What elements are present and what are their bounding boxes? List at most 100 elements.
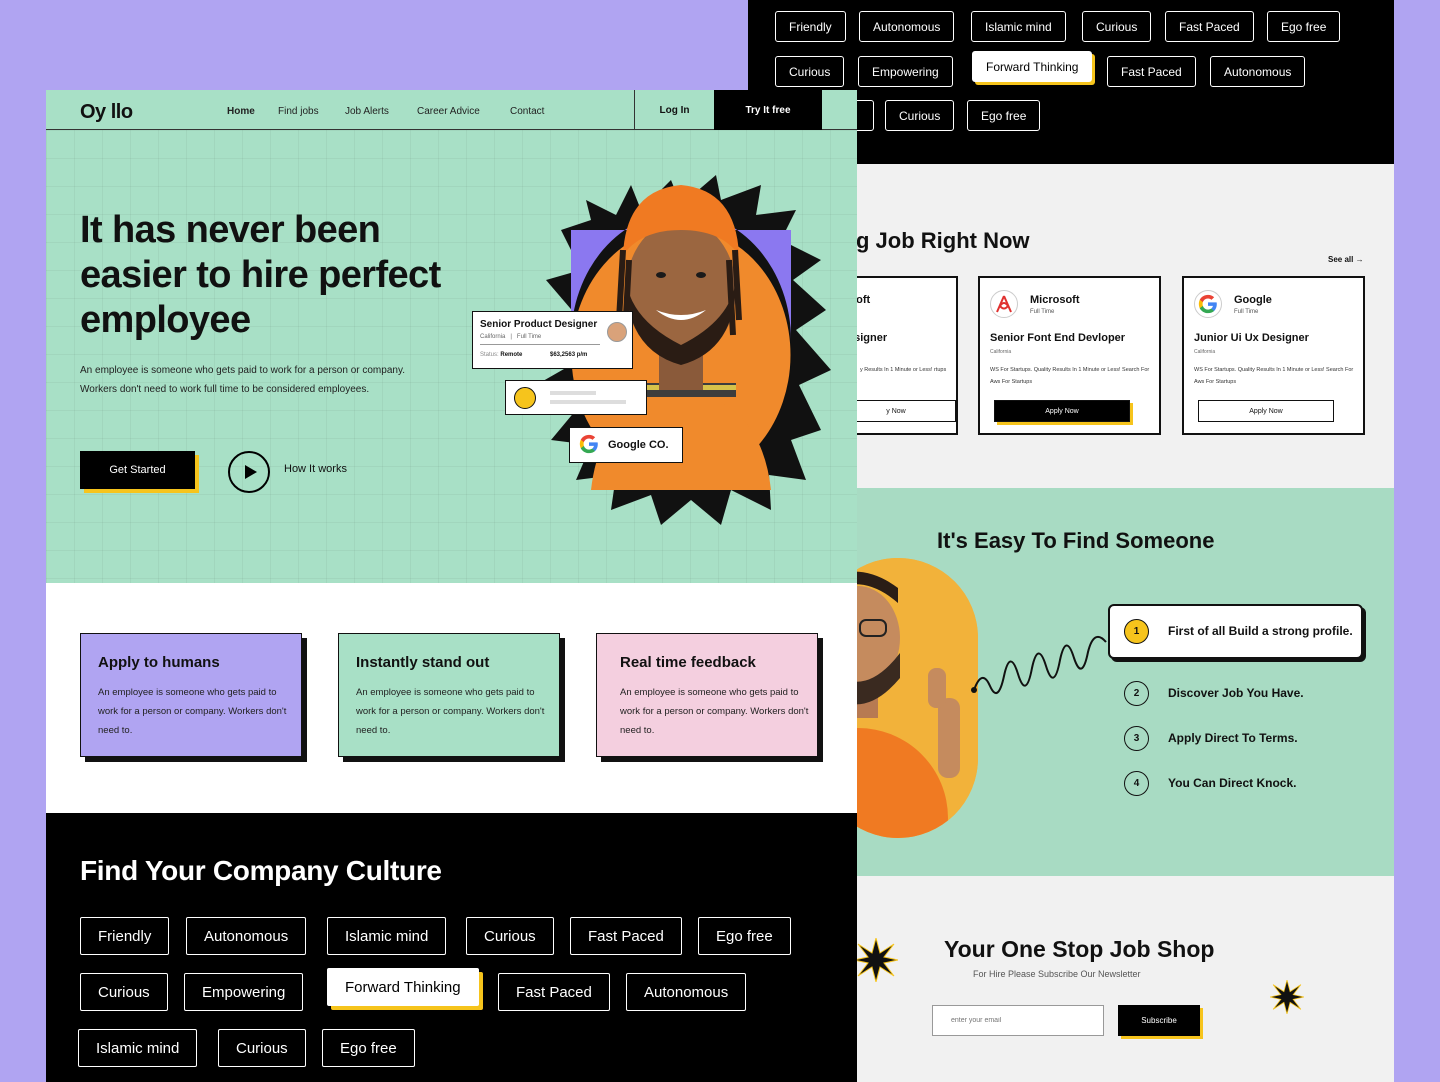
play-button[interactable] [228, 451, 270, 493]
feature-description: An employee is someone who gets paid to … [98, 687, 287, 736]
culture-tag[interactable]: Curious [218, 1029, 306, 1067]
step-text[interactable]: Apply Direct To Terms. [1168, 731, 1298, 745]
main-landing-page: Oy llo Home Find jobs Job Alerts Career … [46, 90, 857, 1082]
section-title: Find Your Company Culture [80, 855, 442, 886]
culture-tag[interactable]: Autonomous [1210, 56, 1306, 87]
job-profile-card: Senior Product Designer California | Ful… [472, 311, 633, 369]
culture-tag[interactable]: Islamic mind [327, 917, 447, 955]
nav-home[interactable]: Home [227, 106, 255, 117]
culture-tag[interactable]: Ego free [322, 1029, 415, 1067]
feature-description: An employee is someone who gets paid to … [356, 687, 545, 736]
company-card: Google CO. [569, 427, 683, 463]
feature-card[interactable]: Instantly stand out An employee is someo… [338, 633, 560, 757]
feature-card[interactable]: Real time feedback An employee is someon… [596, 633, 818, 757]
culture-tag[interactable]: Autonomous [859, 11, 955, 42]
culture-tag[interactable]: Curious [885, 100, 955, 131]
job-title: Senior Product Designer [480, 319, 598, 330]
feature-card[interactable]: Apply to humans An employee is someone w… [80, 633, 302, 757]
culture-tag[interactable]: Curious [775, 56, 845, 87]
job-description: y Results In 1 Minute or Less! rtups [860, 367, 947, 373]
culture-tag[interactable]: Islamic mind [971, 11, 1066, 42]
culture-tag[interactable]: Autonomous [186, 917, 307, 955]
culture-tag[interactable]: Friendly [775, 11, 846, 42]
job-location: California [1194, 349, 1216, 355]
culture-tag[interactable]: Fast Paced [1107, 56, 1196, 87]
get-started-button[interactable]: Get Started [80, 451, 195, 489]
feature-description: An employee is someone who gets paid to … [620, 687, 809, 736]
features-section: Apply to humans An employee is someone w… [46, 583, 857, 813]
how-it-works-link[interactable]: How It works [284, 463, 347, 475]
culture-tag[interactable]: Ego free [1267, 11, 1341, 42]
job-type: Full Time [1234, 309, 1259, 315]
job-role: Junior Ui Ux Designer [1194, 332, 1309, 344]
step-card-active[interactable]: 1 First of all Build a strong profile. [1108, 604, 1363, 659]
culture-tag-selected[interactable]: Forward Thinking [327, 968, 479, 1006]
culture-tag[interactable]: Curious [1082, 11, 1152, 42]
nav-career-advice[interactable]: Career Advice [417, 106, 480, 117]
culture-tag[interactable]: Ego free [967, 100, 1041, 131]
company-name: Google [1234, 294, 1272, 306]
culture-tag-selected[interactable]: Forward Thinking [972, 51, 1093, 82]
starburst-icon [854, 938, 898, 982]
culture-tag[interactable]: Fast Paced [1165, 11, 1254, 42]
company-name: Microsoft [1030, 294, 1080, 306]
step-text: First of all Build a strong profile. [1168, 624, 1353, 638]
arrow-right-icon: → [1355, 255, 1364, 264]
culture-tag[interactable]: Curious [466, 917, 554, 955]
culture-tag[interactable]: Islamic mind [78, 1029, 198, 1067]
hero-title: It has never been easier to hire perfect… [80, 209, 441, 341]
culture-tag[interactable]: Empowering [858, 56, 953, 87]
culture-tag[interactable]: Empowering [184, 973, 304, 1011]
section-subtitle: For Hire Please Subscribe Our Newsletter [973, 969, 1141, 979]
try-free-button[interactable]: Try It free [714, 90, 822, 130]
job-description: WS For Startups. Quality Results In 1 Mi… [990, 367, 1150, 385]
step-number: 2 [1124, 681, 1149, 706]
top-navbar: Oy llo Home Find jobs Job Alerts Career … [46, 90, 857, 130]
see-all-link[interactable]: See all → [1328, 255, 1364, 264]
company-culture-section: Find Your Company Culture Friendly Auton… [46, 813, 857, 1082]
mini-profile-card [505, 380, 647, 415]
culture-tag[interactable]: Friendly [80, 917, 170, 955]
squiggle-decoration [971, 635, 1107, 695]
step-text[interactable]: Discover Job You Have. [1168, 686, 1304, 700]
play-icon [244, 465, 257, 479]
nav-job-alerts[interactable]: Job Alerts [345, 106, 389, 117]
apply-now-button[interactable]: Apply Now [994, 400, 1130, 422]
job-card: Google Full Time Junior Ui Ux Designer C… [1182, 276, 1365, 435]
nav-contact[interactable]: Contact [510, 106, 544, 117]
email-input[interactable] [932, 1005, 1104, 1036]
section-title: It's Easy To Find Someone [937, 528, 1215, 553]
job-pay: $63,2563 p/m [550, 352, 588, 358]
culture-tag[interactable]: Curious [80, 973, 168, 1011]
culture-tag[interactable]: Ego free [698, 917, 791, 955]
feature-title: Apply to humans [98, 654, 220, 671]
feature-title: Instantly stand out [356, 654, 490, 671]
job-type: Full Time [1030, 309, 1055, 315]
apply-now-button[interactable]: Apply Now [1198, 400, 1334, 422]
step-text[interactable]: You Can Direct Knock. [1168, 776, 1296, 790]
culture-tag[interactable]: Fast Paced [570, 917, 682, 955]
hero-description: An employee is someone who gets paid to … [80, 365, 405, 395]
brand-logo[interactable]: Oy llo [80, 101, 133, 124]
culture-tag[interactable]: Fast Paced [498, 973, 610, 1011]
login-button[interactable]: Log In [634, 90, 714, 130]
step-number: 4 [1124, 771, 1149, 796]
job-card: Microsoft Full Time Senior Font End Devl… [978, 276, 1161, 435]
google-logo-icon [578, 433, 600, 458]
google-logo-icon [1194, 290, 1222, 318]
feature-title: Real time feedback [620, 654, 756, 671]
subscribe-button[interactable]: Subscribe [1118, 1005, 1200, 1036]
microsoft-logo-icon [990, 290, 1018, 318]
culture-tag[interactable]: Autonomous [626, 973, 747, 1011]
job-status: Status: Remote [480, 352, 523, 358]
section-title: Your One Stop Job Shop [944, 936, 1215, 962]
step-number: 1 [1124, 619, 1149, 644]
hero-section: It has never been easier to hire perfect… [46, 130, 857, 583]
nav-find-jobs[interactable]: Find jobs [278, 106, 319, 117]
company-name: Google CO. [608, 439, 669, 451]
starburst-icon [1270, 980, 1304, 1014]
job-description: WS For Startups. Quality Results In 1 Mi… [1194, 367, 1354, 385]
job-meta: California | Full Time [480, 334, 542, 340]
job-role: Senior Font End Devloper [990, 332, 1126, 344]
section-title: g Job Right Now [856, 228, 1030, 253]
